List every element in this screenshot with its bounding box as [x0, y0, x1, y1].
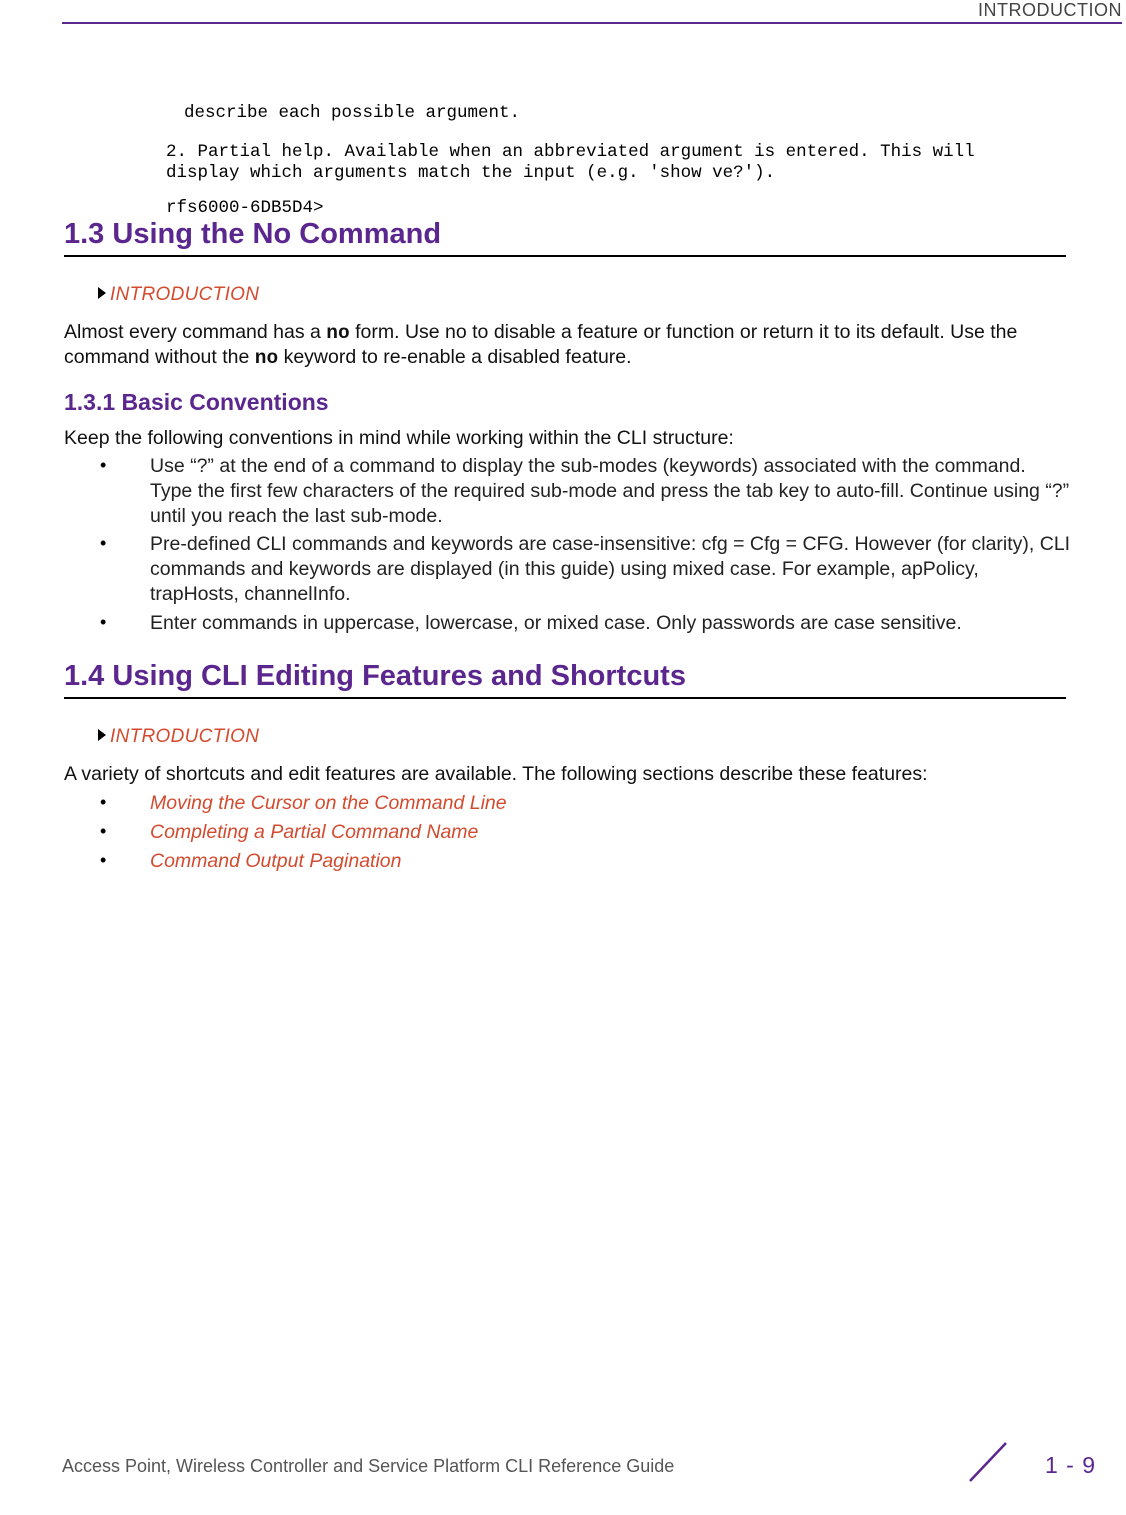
code-line-2: 2. Partial help. Available when an abbre… [166, 142, 1066, 186]
running-header: INTRODUCTION [978, 0, 1122, 21]
code-no-2: no [255, 347, 278, 369]
triangle-icon [98, 729, 106, 741]
para-no-command: Almost every command has a no form. Use … [64, 320, 1066, 371]
code-no-1: no [326, 322, 349, 344]
text: keyword to re-enable a disabled feature. [278, 346, 631, 368]
list-text: Pre-defined CLI commands and keywords ar… [150, 533, 1070, 605]
list-item: Completing a Partial Command Name [100, 820, 1072, 845]
heading-1-3: 1.3 Using the No Command [64, 218, 1066, 257]
header-rule [62, 22, 1122, 24]
code-prompt: rfs6000-6DB5D4> [166, 198, 1066, 220]
list-item: Moving the Cursor on the Command Line [100, 791, 1072, 816]
triangle-icon [98, 287, 106, 299]
list-text: Enter commands in uppercase, lowercase, … [150, 612, 962, 634]
list-item: Enter commands in uppercase, lowercase, … [100, 611, 1072, 636]
page: INTRODUCTION describe each possible argu… [0, 0, 1126, 1515]
link-completing-partial[interactable]: Completing a Partial Command Name [150, 821, 478, 843]
footer-slash-icon [960, 1439, 1016, 1485]
list-item: Use “?” at the end of a command to displ… [100, 454, 1072, 528]
link-moving-cursor[interactable]: Moving the Cursor on the Command Line [150, 792, 507, 814]
footer-page-number: 1 - 9 [1045, 1452, 1096, 1479]
heading-1-3-1: 1.3.1 Basic Conventions [64, 389, 329, 416]
footer-doc-title: Access Point, Wireless Controller and Se… [62, 1456, 674, 1477]
list-text: Use “?” at the end of a command to displ… [150, 455, 1069, 527]
para-conventions-intro: Keep the following conventions in mind w… [64, 426, 1066, 450]
para-shortcuts-intro: A variety of shortcuts and edit features… [64, 762, 1066, 786]
breadcrumb-label: INTRODUCTION [110, 284, 259, 305]
link-output-pagination[interactable]: Command Output Pagination [150, 850, 401, 872]
breadcrumb-introduction-2[interactable]: INTRODUCTION [98, 726, 259, 748]
page-footer: Access Point, Wireless Controller and Se… [62, 1443, 1096, 1483]
breadcrumb-label: INTRODUCTION [110, 726, 259, 747]
code-line-1: describe each possible argument. [184, 103, 1066, 125]
list-item: Pre-defined CLI commands and keywords ar… [100, 532, 1072, 606]
shortcuts-link-list: Moving the Cursor on the Command Line Co… [100, 791, 1072, 877]
heading-1-4: 1.4 Using CLI Editing Features and Short… [64, 660, 1066, 699]
list-item: Command Output Pagination [100, 849, 1072, 874]
conventions-list: Use “?” at the end of a command to displ… [100, 454, 1072, 639]
breadcrumb-introduction-1[interactable]: INTRODUCTION [98, 284, 259, 306]
text: Almost every command has a [64, 321, 326, 343]
